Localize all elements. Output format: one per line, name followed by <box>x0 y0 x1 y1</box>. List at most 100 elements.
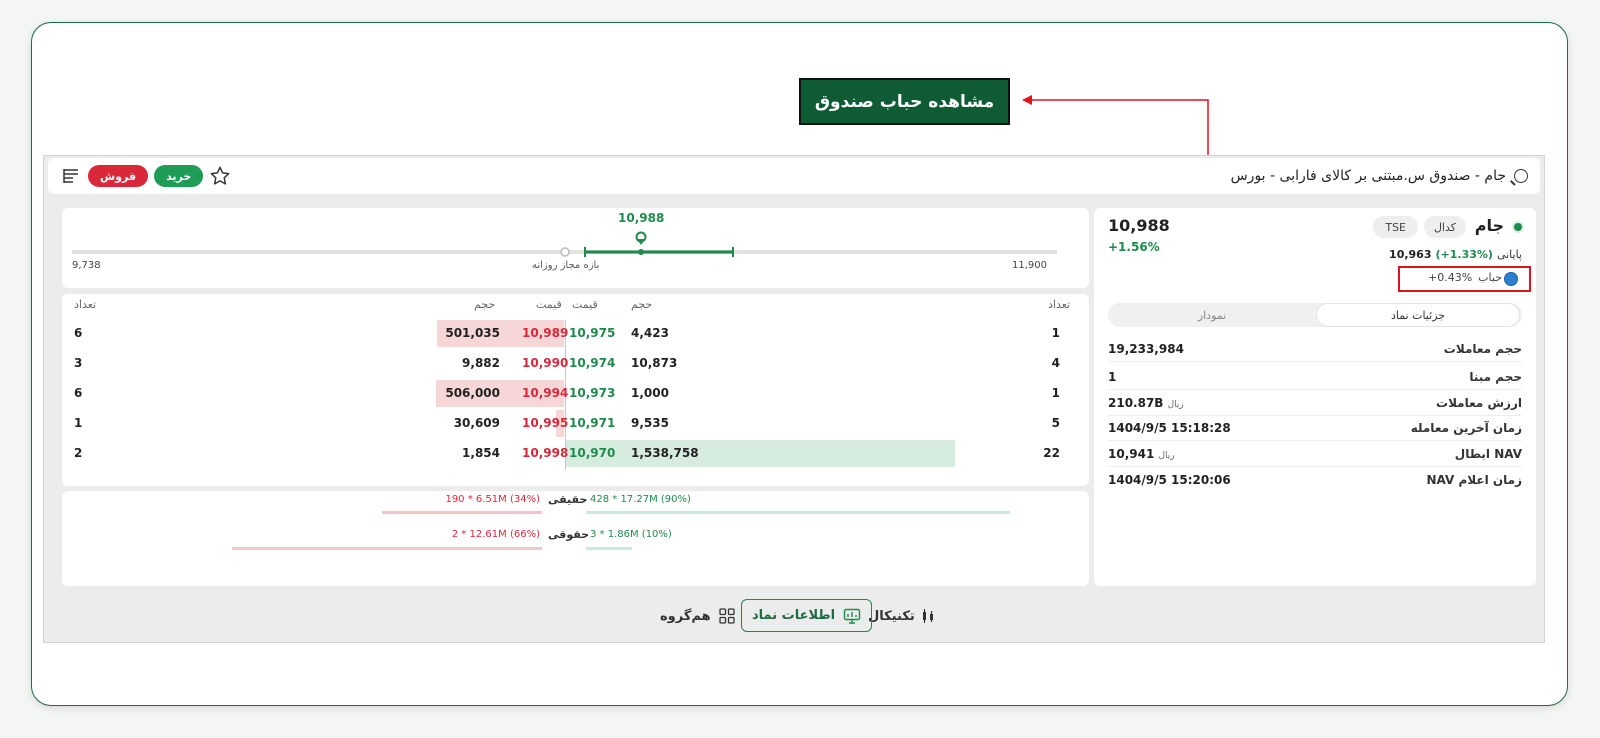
symbol-search[interactable]: جام - صندوق س.مبتنی بر کالای فارابی - بو… <box>1231 158 1528 194</box>
sell-volume[interactable]: 506,000 <box>440 386 500 400</box>
tab-symbol-details[interactable]: جزئیات نماد <box>1316 303 1520 327</box>
presentation-icon <box>843 608 861 624</box>
info-value: 1 <box>1108 369 1117 384</box>
sell-price[interactable]: 10,989 <box>522 326 568 340</box>
real-buy-bar <box>586 511 1010 514</box>
info-row-trade-value: 210.87B ریال ارزش معاملات <box>1108 390 1522 416</box>
real-label: حقیقی <box>548 493 588 506</box>
legal-buy-bar <box>586 547 632 550</box>
sell-count: 2 <box>74 446 83 460</box>
sell-price[interactable]: 10,998 <box>522 446 568 460</box>
sell-count: 3 <box>74 356 83 370</box>
price-change: +1.56% <box>1108 240 1160 254</box>
range-slider <box>72 231 1057 257</box>
nav-technical[interactable]: تکنیکال <box>868 600 935 632</box>
info-row-nav: 10,941 ریال NAV ابطال <box>1108 441 1522 467</box>
nav-technical-label: تکنیکال <box>868 608 915 624</box>
header-buy-volume: حجم <box>631 298 653 311</box>
nav-symbol-info[interactable]: اطلاعات نماد <box>741 599 873 632</box>
info-row-last-trade-time: 1404/9/5 15:18:28 زمان آخرین معامله <box>1108 415 1522 441</box>
sell-volume[interactable]: 9,882 <box>440 356 500 370</box>
star-icon[interactable] <box>209 165 231 187</box>
nav-peer-group[interactable]: هم‌گروه <box>660 600 735 632</box>
sell-button[interactable]: فروش <box>88 165 149 187</box>
info-value: 1404/9/5 15:18:28 <box>1108 420 1231 435</box>
legal-sell-bar <box>232 547 542 550</box>
buy-price[interactable]: 10,974 <box>569 356 615 370</box>
daily-range-panel: 10,988 9,738 بازه مجاز روزانه 11,900 <box>62 208 1089 288</box>
buy-volume[interactable]: 1,538,758 <box>631 446 699 460</box>
closing-price: 10,963 <box>1389 248 1432 261</box>
header-sell-volume: حجم <box>474 298 496 311</box>
header-buy-price: قیمت <box>572 298 598 311</box>
info-row-trade-volume: 19,233,984 حجم معاملات <box>1108 336 1522 362</box>
nav-symbol-info-label: اطلاعات نماد <box>752 608 836 623</box>
real-sell-value: 190 * 6.51M (34%) <box>445 494 540 505</box>
sell-count: 6 <box>74 326 83 340</box>
info-value: 19,233,984 <box>1108 341 1184 356</box>
buy-price[interactable]: 10,970 <box>569 446 615 460</box>
tse-tag[interactable]: TSE <box>1373 216 1418 238</box>
buy-price[interactable]: 10,975 <box>569 326 615 340</box>
bubble-highlight-box <box>1398 266 1531 292</box>
bottom-nav: تکنیکال اطلاعات نماد هم‌گروه <box>48 594 1540 639</box>
search-text[interactable]: جام - صندوق س.مبتنی بر کالای فارابی - بو… <box>1231 168 1506 184</box>
sell-count: 1 <box>74 416 83 430</box>
sell-count: 6 <box>74 386 83 400</box>
buy-count: 5 <box>1051 416 1060 430</box>
real-sell-bar <box>382 511 542 514</box>
grid-icon <box>718 608 735 624</box>
info-row-base-volume: 1 حجم مبنا <box>1108 364 1522 390</box>
investor-flow-panel: 190 * 6.51M (34%) حقیقی 428 * 17.27M (90… <box>62 491 1089 586</box>
buy-price[interactable]: 10,973 <box>569 386 615 400</box>
buy-button[interactable]: خرید <box>154 165 204 187</box>
header-sell-count: تعداد <box>74 298 97 311</box>
range-caption: بازه مجاز روزانه <box>532 260 600 271</box>
buy-price[interactable]: 10,971 <box>569 416 615 430</box>
buy-volume[interactable]: 10,873 <box>631 356 677 370</box>
legal-buy-value: 3 * 1.86M (10%) <box>590 529 672 540</box>
buy-volume[interactable]: 9,535 <box>631 416 669 430</box>
info-label: NAV ابطال <box>1454 446 1522 461</box>
info-value: 210.87B <box>1108 395 1164 410</box>
order-book-panel: تعداد حجم قیمت قیمت حجم تعداد 6 501,035 … <box>62 294 1089 486</box>
nav-peer-group-label: هم‌گروه <box>660 608 711 624</box>
candlestick-icon <box>922 609 933 623</box>
symbol-name: جام <box>1474 216 1504 235</box>
legal-sell-value: 2 * 12.61M (66%) <box>451 529 540 540</box>
sell-price[interactable]: 10,994 <box>522 386 568 400</box>
top-bar: جام - صندوق س.مبتنی بر کالای فارابی - بو… <box>48 158 1540 194</box>
info-value: 10,941 <box>1108 446 1155 461</box>
market-open-indicator <box>1514 223 1522 231</box>
info-label: حجم مبنا <box>1469 369 1522 384</box>
buy-volume[interactable]: 1,000 <box>631 386 669 400</box>
sell-volume[interactable]: 1,854 <box>440 446 500 460</box>
info-label: ارزش معاملات <box>1436 395 1522 410</box>
header-sell-price: قیمت <box>536 298 562 311</box>
sell-volume[interactable]: 501,035 <box>440 326 500 340</box>
buy-volume[interactable]: 4,423 <box>631 326 669 340</box>
search-icon[interactable] <box>1514 169 1528 183</box>
sell-volume[interactable]: 30,609 <box>440 416 500 430</box>
currency-unit: ریال <box>1158 450 1175 461</box>
kodal-tag[interactable]: کدال <box>1423 216 1466 238</box>
symbol-info-panel: جام کدال TSE 10,988 +1.56% پایانی (+1.33… <box>1094 208 1536 586</box>
buy-count: 22 <box>1043 446 1060 460</box>
info-label: زمان آخرین معامله <box>1410 420 1522 435</box>
bubble-callout-label: مشاهده حباب صندوق <box>799 78 1010 125</box>
sell-price[interactable]: 10,995 <box>522 416 568 430</box>
info-row-nav-time: 1404/9/5 15:20:06 زمان اعلام NAV <box>1108 467 1522 493</box>
tab-chart[interactable]: نمودار <box>1110 303 1314 327</box>
info-value: 1404/9/5 15:20:06 <box>1108 473 1231 487</box>
buy-depth-bar <box>566 440 955 467</box>
info-label: زمان اعلام NAV <box>1426 473 1522 487</box>
buy-count: 1 <box>1051 326 1060 340</box>
closing-label: پایانی <box>1496 248 1522 261</box>
closing-change: (+1.33%) <box>1435 248 1493 261</box>
legal-label: حقوقی <box>548 528 590 541</box>
list-icon[interactable] <box>60 165 82 187</box>
buy-count: 4 <box>1051 356 1060 370</box>
sell-price[interactable]: 10,990 <box>522 356 568 370</box>
buy-count: 1 <box>1051 386 1060 400</box>
range-max-label: 11,900 <box>1012 260 1047 271</box>
